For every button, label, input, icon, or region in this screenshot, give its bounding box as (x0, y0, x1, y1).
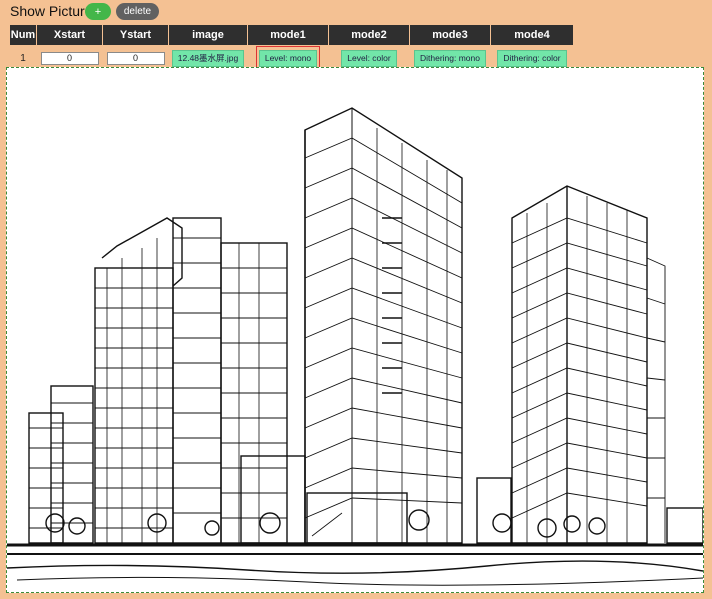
mode4-button[interactable]: Dithering: color (497, 50, 567, 67)
col-xstart: Xstart (36, 24, 103, 46)
col-image: image (168, 24, 248, 46)
skyline-sketch-image (7, 107, 703, 586)
top-bar: Show Picture + delete (0, 0, 712, 24)
col-mode2: mode2 (328, 24, 410, 46)
mode3-button[interactable]: Dithering: mono (413, 50, 486, 67)
col-mode4: mode4 (490, 24, 574, 46)
mode2-button[interactable]: Level: color (341, 50, 397, 67)
page-title: Show Picture (10, 3, 93, 19)
ystart-input[interactable]: 0 (106, 52, 165, 65)
col-ystart: Ystart (102, 24, 169, 46)
xstart-input[interactable]: 0 (40, 52, 99, 65)
table-header-row: Num Xstart Ystart image mode1 mode2 mode… (9, 24, 574, 46)
delete-button[interactable]: delete (116, 3, 159, 20)
col-num: Num (9, 24, 37, 46)
image-file-button[interactable]: 12.48墨水屏.jpg (171, 50, 245, 67)
col-mode3: mode3 (409, 24, 491, 46)
col-mode1: mode1 (247, 24, 329, 46)
mode1-button[interactable]: Level: mono (258, 50, 318, 67)
picture-preview (6, 67, 704, 593)
picture-table: Num Xstart Ystart image mode1 mode2 mode… (9, 24, 574, 72)
add-button[interactable]: + (85, 3, 111, 20)
